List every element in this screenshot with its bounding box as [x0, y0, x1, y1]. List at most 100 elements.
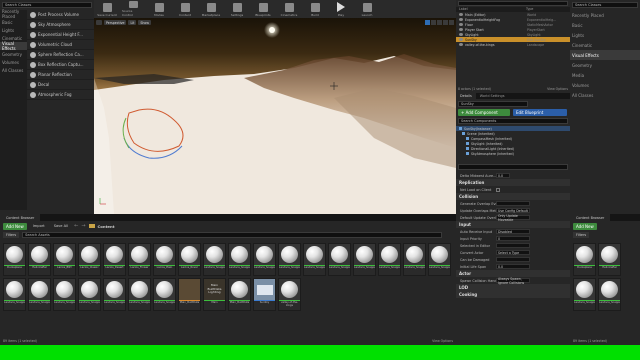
outliner-row[interactable]: ExponentialHeightFog ExponentialHeig...	[456, 17, 570, 22]
add-new-button[interactable]: Add New	[3, 222, 27, 230]
class-list-item[interactable]: Planar Reflection	[27, 70, 94, 80]
scale-icon[interactable]	[437, 20, 442, 25]
outliner-search-input[interactable]	[458, 1, 568, 6]
prop-value[interactable]	[496, 201, 530, 206]
asset-tile[interactable]: Landsca_Snapper_15	[103, 278, 126, 311]
category-right-basic[interactable]: Basic	[570, 20, 640, 30]
class-list-item[interactable]: Sky Atmosphere	[27, 20, 94, 30]
asset-tile[interactable]: Landsca_Snapper_08	[378, 243, 401, 276]
prop-value[interactable]: Use Config Default	[496, 208, 530, 213]
category-right-all-classes[interactable]: All Classes	[570, 90, 640, 100]
asset-tile[interactable]: Dunlaplane	[573, 243, 596, 276]
toolbar-modes-button[interactable]: Modes	[148, 1, 170, 17]
asset-tile[interactable]: Main_BuiltData	[228, 278, 251, 311]
asset-tile[interactable]: Landsca_Snapper_06	[328, 243, 351, 276]
outliner-view-options[interactable]: View Options	[547, 87, 568, 91]
category-all-classes[interactable]: All Classes	[0, 66, 27, 74]
category-geometry[interactable]: Geometry	[0, 50, 27, 58]
asset-tile[interactable]: Lacios_BNY	[53, 243, 76, 276]
category-right-media[interactable]: Media	[570, 70, 640, 80]
category-right-recently-placed[interactable]: Recently Placed	[570, 10, 640, 20]
prop-value[interactable]: 0.0	[496, 173, 510, 178]
toolbar-save-current-button[interactable]: Save Current	[96, 1, 118, 17]
asset-tile[interactable]: Landsca_Snapper_01	[203, 243, 226, 276]
visibility-eye-icon[interactable]	[459, 43, 463, 46]
category-right-geometry[interactable]: Geometry	[570, 60, 640, 70]
tab-world-settings[interactable]: World Settings	[476, 93, 509, 99]
toolbar-blueprints-button[interactable]: Blueprints	[252, 1, 274, 17]
category-right-visual-effects[interactable]: Visual Effects	[570, 50, 640, 60]
asset-tile[interactable]: Main_BuiltData	[178, 278, 201, 311]
rotate-icon[interactable]	[431, 20, 436, 25]
section-cooking[interactable]: Cooking	[456, 291, 570, 298]
asset-tile[interactable]: Landsca_Snapper_17	[153, 278, 176, 311]
prop-checkbox[interactable]	[496, 187, 500, 192]
toolbar-settings-button[interactable]: Settings	[226, 1, 248, 17]
asset-tile[interactable]: Helicoleftel	[598, 243, 621, 276]
prop-value[interactable]: 0	[496, 236, 530, 241]
asset-tile[interactable]: Landsca_Snapper_10	[428, 243, 451, 276]
prop-value[interactable]: Only Update Moveable	[496, 214, 530, 222]
add-component-button[interactable]: + Add Component	[458, 109, 510, 116]
label-column-header[interactable]: Label	[456, 7, 526, 12]
toolbar-marketplace-button[interactable]: Marketplace	[200, 1, 222, 17]
filters-button[interactable]: Filters	[3, 232, 20, 238]
asset-tile[interactable]: Landsca_Snapper_07	[353, 243, 376, 276]
asset-search-input[interactable]: Search Assets	[22, 232, 443, 238]
asset-tile[interactable]: valley-of-the-kings	[278, 278, 301, 311]
toolbar-content-button[interactable]: Content	[174, 1, 196, 17]
class-list-item[interactable]: Post Process Volume	[27, 10, 94, 20]
category-lights[interactable]: Lights	[0, 26, 27, 34]
asset-tile[interactable]: Lacios_Plain	[153, 243, 176, 276]
filters-button-right[interactable]: Filters	[573, 232, 590, 238]
asset-tile[interactable]: Landsca_Snapper_16	[128, 278, 151, 311]
show-button[interactable]: Show	[138, 20, 151, 25]
class-search-input[interactable]: Search Classes	[2, 2, 92, 8]
type-column-header[interactable]: Type	[526, 7, 533, 12]
outliner-row[interactable]: Floor StaticMeshActor	[456, 22, 570, 27]
import-button[interactable]: Import	[30, 224, 48, 228]
lit-button[interactable]: Lit	[128, 20, 137, 25]
section-collision[interactable]: Collision	[456, 193, 570, 200]
visibility-eye-icon[interactable]	[459, 28, 463, 31]
toolbar-build-button[interactable]: Build	[304, 1, 326, 17]
category-basic[interactable]: Basic	[0, 18, 27, 26]
asset-tile[interactable]: Landsca_Snapper_09	[403, 243, 426, 276]
translate-icon[interactable]	[425, 20, 430, 25]
prop-value[interactable]: 0.0	[496, 264, 530, 269]
asset-tile[interactable]: Helicoleftel	[28, 243, 51, 276]
visibility-eye-icon[interactable]	[459, 18, 463, 21]
asset-tile[interactable]: Landsca_Snapper_12	[598, 278, 621, 311]
category-recently-placed[interactable]: Recently Placed	[0, 9, 27, 19]
class-list-item[interactable]: Exponential Height F...	[27, 30, 94, 40]
component-search-input[interactable]: Search Components	[458, 118, 568, 124]
level-viewport[interactable]: Perspective Lit Show	[94, 18, 456, 214]
outliner-row[interactable]: valley-of-the-kings Landscape	[456, 42, 570, 47]
component-item[interactable]: SkyAtmosphere (Inherited)	[456, 151, 570, 156]
visibility-eye-icon[interactable]	[459, 38, 463, 41]
toolbar-play-button[interactable]: Play	[330, 1, 352, 17]
forward-icon[interactable]: →	[81, 223, 85, 229]
camera-speed-icon[interactable]	[449, 20, 454, 25]
asset-tile[interactable]: Landsca_Snapper_13	[53, 278, 76, 311]
asset-tile[interactable]: Lacios_Rover	[178, 243, 201, 276]
class-list-item[interactable]: Volumetric Cloud	[27, 40, 94, 50]
path-breadcrumb[interactable]: Content	[98, 224, 115, 229]
asset-tile[interactable]: Landsca_Snapper_14	[78, 278, 101, 311]
category-right-volumes[interactable]: Volumes	[570, 80, 640, 90]
visibility-eye-icon[interactable]	[459, 13, 463, 16]
asset-tile[interactable]: Lacios_Desert	[103, 243, 126, 276]
grid-snap-icon[interactable]	[443, 20, 448, 25]
save-all-button[interactable]: Save All	[51, 224, 71, 228]
section-lod[interactable]: LOD	[456, 284, 570, 291]
asset-tile[interactable]: Landsca_Snapper_02	[228, 243, 251, 276]
visibility-eye-icon[interactable]	[459, 23, 463, 26]
actor-name-field[interactable]: SunSky	[458, 101, 528, 107]
edit-blueprint-button[interactable]: Edit Blueprint	[513, 109, 567, 116]
toolbar-cinematics-button[interactable]: Cinematics	[278, 1, 300, 17]
category-right-lights[interactable]: Lights	[570, 30, 640, 40]
viewport-menu-icon[interactable]	[96, 20, 102, 25]
asset-tile[interactable]: Main BuiltData Lighting Main	[203, 278, 226, 311]
section-input[interactable]: Input	[456, 221, 570, 228]
class-list-item[interactable]: Atmospheric Fog	[27, 90, 94, 100]
